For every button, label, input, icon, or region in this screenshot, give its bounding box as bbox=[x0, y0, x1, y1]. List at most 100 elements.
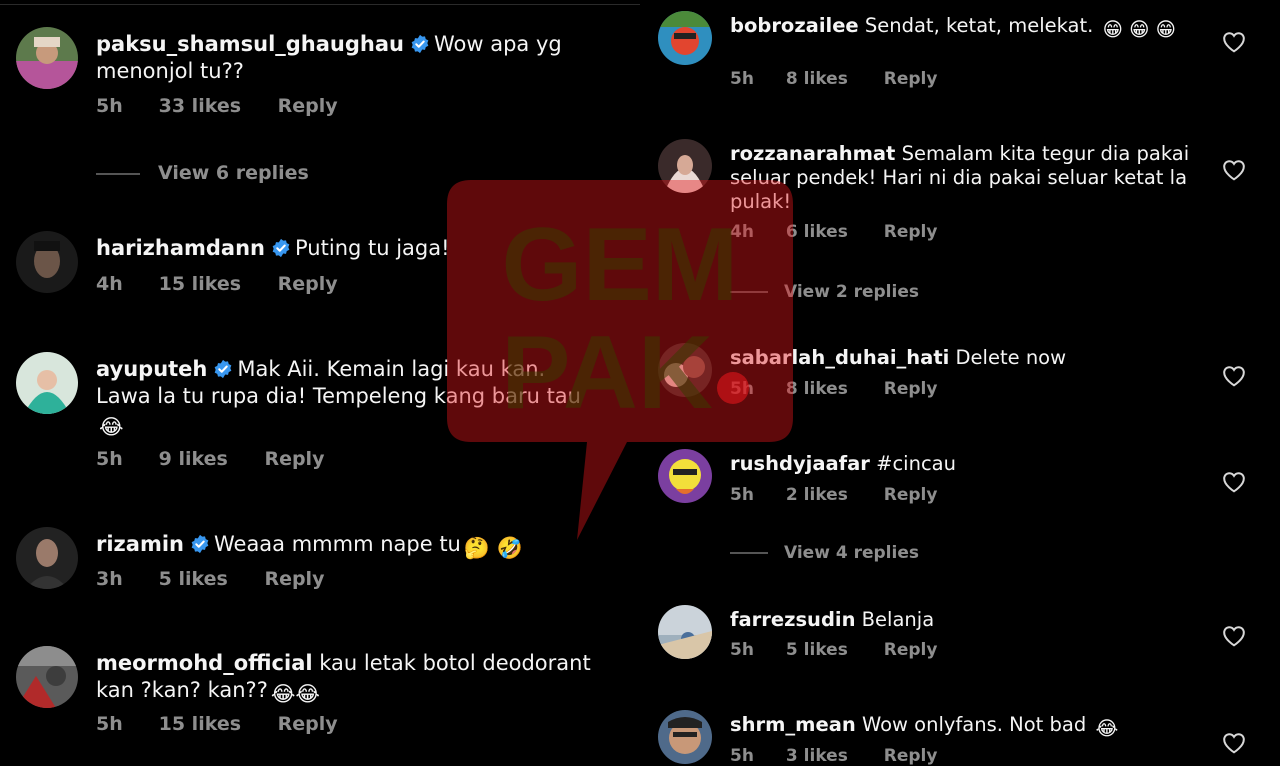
timestamp: 5h bbox=[730, 69, 754, 89]
timestamp: 4h bbox=[96, 273, 123, 295]
username[interactable]: rushdyjaafar bbox=[730, 452, 870, 475]
avatar[interactable] bbox=[16, 646, 78, 708]
avatar[interactable] bbox=[658, 605, 712, 659]
username[interactable]: paksu_shamsul_ghaughau bbox=[96, 32, 404, 56]
verified-badge-icon bbox=[190, 534, 210, 554]
like-heart-icon[interactable] bbox=[1222, 471, 1246, 493]
avatar[interactable] bbox=[658, 11, 712, 65]
replies-line bbox=[730, 552, 768, 554]
comment-meta: 5h 8 likes Reply bbox=[730, 379, 937, 399]
username[interactable]: bobrozailee bbox=[730, 14, 859, 37]
avatar[interactable] bbox=[658, 710, 712, 764]
comment-meta: 5h 8 likes Reply bbox=[730, 69, 937, 89]
comment-meta: 5h 15 likes Reply bbox=[96, 713, 338, 735]
like-heart-icon[interactable] bbox=[1222, 159, 1246, 181]
username[interactable]: meormohd_official bbox=[96, 651, 313, 675]
comment-meta: 5h 5 likes Reply bbox=[730, 640, 937, 660]
like-heart-icon[interactable] bbox=[1222, 31, 1246, 53]
likes-count[interactable]: 3 likes bbox=[786, 746, 848, 766]
timestamp: 5h bbox=[730, 485, 754, 505]
comment-meta: 5h 2 likes Reply bbox=[730, 485, 937, 505]
left-comment-column: paksu_shamsul_ghaughau Wow apa yg menonjo… bbox=[0, 0, 640, 766]
like-heart-icon[interactable] bbox=[1222, 365, 1246, 387]
username[interactable]: farrezsudin bbox=[730, 608, 855, 631]
username[interactable]: ayuputeh bbox=[96, 357, 207, 381]
verified-badge-icon bbox=[271, 238, 291, 258]
reply-button[interactable]: Reply bbox=[264, 448, 324, 470]
timestamp: 4h bbox=[730, 222, 754, 242]
timestamp: 5h bbox=[96, 448, 123, 470]
timestamp: 5h bbox=[730, 379, 754, 399]
laughing-emoji-icon: 😂 bbox=[1095, 717, 1119, 740]
comment-meta: 3h 5 likes Reply bbox=[96, 568, 324, 590]
right-comment-column: bobrozailee Sendat, ketat, melekat. 😁 😁 … bbox=[642, 0, 1280, 766]
reply-button[interactable]: Reply bbox=[278, 273, 338, 295]
reply-button[interactable]: Reply bbox=[884, 379, 938, 399]
comment-text: #cincau bbox=[876, 452, 956, 475]
timestamp: 5h bbox=[96, 713, 123, 735]
reply-button[interactable]: Reply bbox=[884, 485, 938, 505]
reply-button[interactable]: Reply bbox=[264, 568, 324, 590]
avatar[interactable] bbox=[16, 27, 78, 89]
likes-count[interactable]: 9 likes bbox=[159, 448, 228, 470]
username[interactable]: shrm_mean bbox=[730, 713, 856, 736]
timestamp: 5h bbox=[730, 640, 754, 660]
comment-meta: 4h 6 likes Reply bbox=[730, 222, 937, 242]
username[interactable]: harizhamdann bbox=[96, 236, 265, 260]
reply-button[interactable]: Reply bbox=[278, 95, 338, 117]
comment-meta: 5h 9 likes Reply bbox=[96, 448, 324, 470]
view-replies-label: View 4 replies bbox=[784, 543, 919, 563]
timestamp: 5h bbox=[96, 95, 123, 117]
comment-text: Wow onlyfans. Not bad bbox=[861, 713, 1087, 736]
laughing-emoji-icon: 😂😂 bbox=[270, 682, 320, 706]
view-replies-button[interactable]: View 6 replies bbox=[96, 162, 309, 184]
comment-text: Puting tu jaga! bbox=[295, 236, 450, 260]
likes-count[interactable]: 15 likes bbox=[159, 713, 241, 735]
comment-text: Delete now bbox=[955, 346, 1067, 369]
likes-count[interactable]: 6 likes bbox=[786, 222, 848, 242]
likes-count[interactable]: 33 likes bbox=[159, 95, 241, 117]
laughing-emoji-icon: 😂 bbox=[99, 415, 124, 439]
timestamp: 3h bbox=[96, 568, 123, 590]
like-heart-icon[interactable] bbox=[1222, 625, 1246, 647]
reply-button[interactable]: Reply bbox=[884, 69, 938, 89]
avatar[interactable] bbox=[658, 343, 712, 397]
comment-meta: 5h 33 likes Reply bbox=[96, 95, 338, 117]
username[interactable]: rozzanarahmat bbox=[730, 142, 895, 165]
comment-text: Sendat, ketat, melekat. bbox=[864, 14, 1094, 37]
likes-count[interactable]: 15 likes bbox=[159, 273, 241, 295]
avatar[interactable] bbox=[658, 139, 712, 193]
grinning-emoji-icon: 😁 😁 😁 bbox=[1102, 18, 1176, 41]
comment-meta: 4h 15 likes Reply bbox=[96, 273, 338, 295]
timestamp: 5h bbox=[730, 746, 754, 766]
reply-button[interactable]: Reply bbox=[278, 713, 338, 735]
likes-count[interactable]: 8 likes bbox=[786, 69, 848, 89]
likes-count[interactable]: 2 likes bbox=[786, 485, 848, 505]
verified-badge-icon bbox=[213, 359, 233, 379]
username[interactable]: sabarlah_duhai_hati bbox=[730, 346, 949, 369]
view-replies-button[interactable]: View 4 replies bbox=[730, 543, 919, 563]
avatar[interactable] bbox=[16, 231, 78, 293]
view-replies-button[interactable]: View 2 replies bbox=[730, 282, 919, 302]
replies-line bbox=[96, 172, 140, 175]
likes-count[interactable]: 5 likes bbox=[159, 568, 228, 590]
view-replies-label: View 2 replies bbox=[784, 282, 919, 302]
avatar[interactable] bbox=[16, 352, 78, 414]
reply-button[interactable]: Reply bbox=[884, 640, 938, 660]
divider bbox=[0, 4, 640, 5]
username[interactable]: rizamin bbox=[96, 532, 184, 556]
reply-button[interactable]: Reply bbox=[884, 222, 938, 242]
likes-count[interactable]: 8 likes bbox=[786, 379, 848, 399]
like-heart-icon[interactable] bbox=[1222, 732, 1246, 754]
likes-count[interactable]: 5 likes bbox=[786, 640, 848, 660]
avatar[interactable] bbox=[16, 527, 78, 589]
avatar[interactable] bbox=[658, 449, 712, 503]
view-replies-label: View 6 replies bbox=[158, 162, 309, 184]
comment-text: Weaaa mmmm nape tu bbox=[213, 532, 461, 556]
comment-text: Belanja bbox=[861, 608, 935, 631]
replies-line bbox=[730, 291, 768, 293]
verified-badge-icon bbox=[410, 34, 430, 54]
comment-meta: 5h 3 likes Reply bbox=[730, 746, 937, 766]
thinking-laughing-emoji-icon: 🤔 🤣 bbox=[463, 536, 523, 560]
reply-button[interactable]: Reply bbox=[884, 746, 938, 766]
